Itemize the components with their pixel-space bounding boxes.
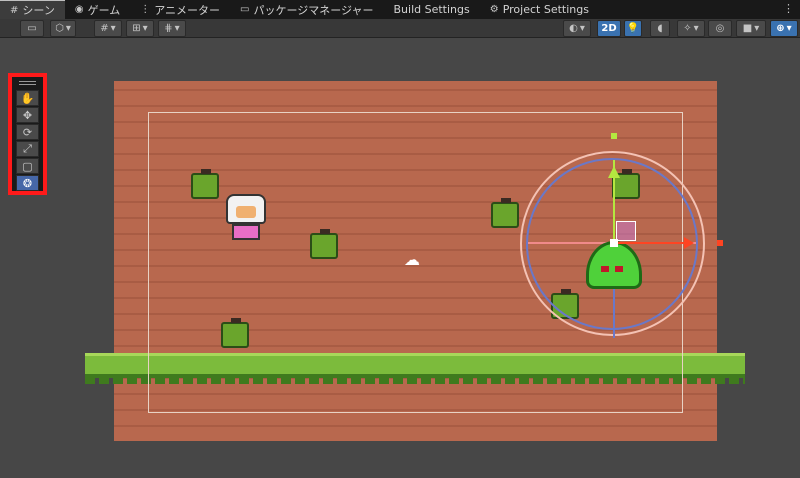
scale-icon: ⤢	[23, 142, 32, 155]
chevron-down-icon: ▾	[579, 23, 585, 34]
chevron-down-icon: ▾	[142, 23, 148, 34]
chevron-down-icon: ▾	[754, 23, 760, 34]
bush-sprite[interactable]	[491, 198, 519, 228]
tab-label: アニメーター	[154, 3, 221, 17]
lighting-toggle[interactable]: 💡	[624, 20, 642, 37]
bush-sprite[interactable]	[221, 318, 249, 348]
audio-toggle[interactable]: ◖	[650, 20, 670, 37]
grid-visibility-button[interactable]: ⋕ ▾	[158, 20, 186, 37]
grid-snap-button[interactable]: # ▾	[94, 20, 122, 37]
shading-mode-button[interactable]: ◐ ▾	[563, 20, 591, 37]
transform-tool-button[interactable]: ❂	[16, 175, 39, 191]
gear-icon: ⚙	[489, 4, 499, 15]
globe-icon: ⊕	[776, 23, 785, 34]
scene-toolbar: ▭ ⬡ ▾ # ▾ ⊞ ▾ ⋕ ▾ ◐ ▾ 2D 💡 ◖ ✧ ▾ ◎ ■ ▾ ⊕ ▾	[0, 19, 800, 38]
camera-icon: ■	[742, 23, 753, 34]
chevron-down-icon: ▾	[174, 23, 180, 34]
chevron-down-icon: ▾	[65, 23, 71, 34]
transform-icon: ❂	[22, 176, 33, 190]
slime-eye	[615, 266, 623, 272]
player-body	[232, 224, 260, 240]
player-sprite[interactable]	[226, 194, 266, 242]
grid-icon: #	[100, 23, 109, 34]
effects-icon: ✧	[683, 23, 692, 34]
grid-lines-icon: ⋕	[164, 23, 173, 34]
bush-sprite[interactable]	[310, 229, 338, 259]
hand-tool-button[interactable]: ✋	[16, 90, 39, 106]
panel-drag-handle[interactable]	[19, 81, 36, 85]
gizmo-cube-button[interactable]: ⬡ ▾	[50, 20, 76, 37]
move-tool-button[interactable]: ✥	[16, 107, 39, 123]
tab-build-settings[interactable]: Build Settings	[384, 0, 480, 19]
cube-icon: ⬡	[55, 23, 64, 34]
draw-mode-button[interactable]: ▭	[20, 20, 44, 37]
chevron-down-icon: ▾	[110, 23, 116, 34]
rect-icon: ▢	[22, 159, 33, 173]
speaker-icon: ◖	[657, 23, 663, 34]
rotate-tool-button[interactable]: ⟳	[16, 124, 39, 140]
tools-overlay-panel: ✋ ✥ ⟳ ⤢ ▢ ❂	[8, 73, 47, 195]
toggle-2d-button[interactable]: 2D	[597, 20, 621, 37]
slime-eye	[601, 266, 609, 272]
light-bulb-icon: 💡	[626, 23, 640, 34]
tab-project-settings[interactable]: ⚙ Project Settings	[480, 0, 599, 19]
rotate-icon: ⟳	[22, 125, 33, 139]
move-icon: ✥	[22, 108, 33, 122]
tab-label: パッケージマネージャー	[253, 3, 374, 17]
move-plane-handle[interactable]	[616, 221, 636, 241]
camera-gizmo-icon[interactable]: ☁	[404, 250, 420, 269]
pivot-handle[interactable]	[610, 239, 618, 247]
scale-tool-button[interactable]: ⤢	[16, 141, 39, 157]
grid-icon: #	[10, 4, 19, 16]
sphere-icon: ◐	[569, 23, 578, 34]
camera-settings-button[interactable]: ■ ▾	[736, 20, 766, 37]
tab-label: シーン	[22, 4, 55, 17]
tab-label: Build Settings	[393, 3, 470, 16]
layers-icon: ▭	[27, 23, 37, 34]
scale-x-handle[interactable]	[717, 240, 723, 246]
rect-tool-button[interactable]: ▢	[16, 158, 39, 174]
tab-scene[interactable]: # シーン	[0, 0, 65, 19]
gamepad-icon: ◉	[74, 4, 84, 15]
tab-game[interactable]: ◉ ゲーム	[65, 0, 130, 19]
move-y-arrow-handle[interactable]	[608, 166, 620, 178]
grid-snap-icon: ⊞	[132, 23, 141, 34]
chevron-down-icon: ▾	[693, 23, 699, 34]
eye-slash-icon: ◎	[715, 23, 725, 34]
bush-sprite[interactable]	[191, 169, 219, 199]
gizmos-button[interactable]: ⊕ ▾	[770, 20, 798, 37]
snap-increment-button[interactable]: ⊞ ▾	[126, 20, 154, 37]
tab-label: Project Settings	[502, 3, 589, 16]
player-face	[236, 206, 256, 218]
effects-button[interactable]: ✧ ▾	[677, 20, 705, 37]
tab-package-manager[interactable]: ▭ パッケージマネージャー	[230, 0, 383, 19]
package-icon: ▭	[240, 4, 250, 15]
move-x-axis[interactable]	[614, 242, 686, 244]
move-x-arrow-handle[interactable]	[684, 237, 694, 249]
hand-icon: ✋	[20, 91, 35, 105]
chevron-down-icon: ▾	[786, 23, 792, 34]
scale-y-handle[interactable]	[611, 133, 617, 139]
tab-bar: # シーン ◉ ゲーム ⋮ アニメーター ▭ パッケージマネージャー Build…	[0, 0, 800, 19]
mode-2d-label: 2D	[601, 23, 617, 34]
tab-label: ゲーム	[87, 3, 121, 17]
more-menu-icon[interactable]: ⋮	[783, 2, 794, 15]
hidden-objects-toggle[interactable]: ◎	[708, 20, 732, 37]
animator-icon: ⋮	[140, 4, 151, 15]
tab-animator[interactable]: ⋮ アニメーター	[130, 0, 230, 19]
scene-view[interactable]: ☁ ✋ ✥ ⟳ ⤢ ▢ ❂	[0, 38, 800, 478]
